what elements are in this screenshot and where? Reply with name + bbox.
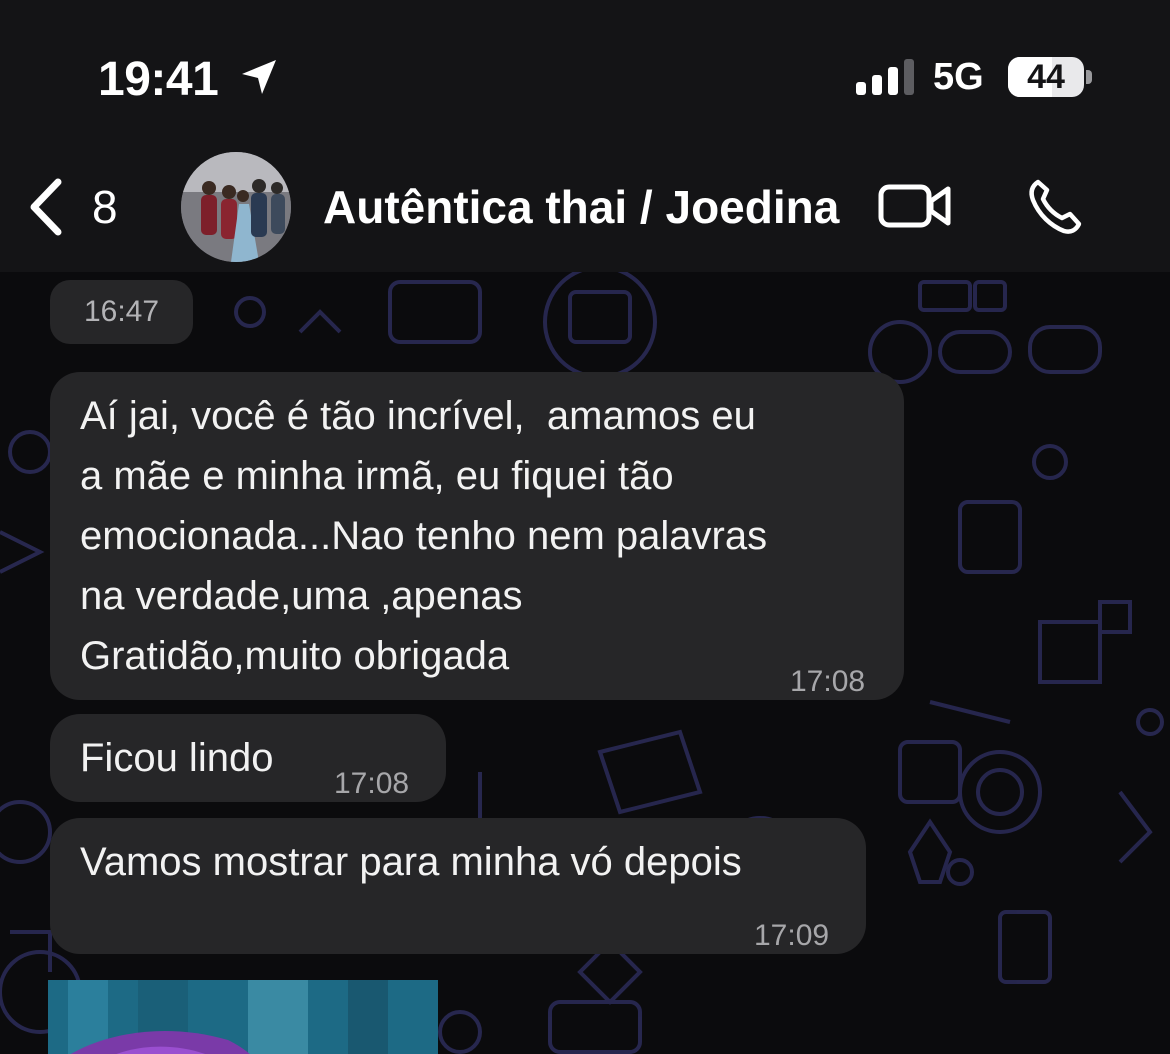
image-message-thumbnail[interactable] [48, 980, 438, 1054]
photo-content [48, 980, 438, 1054]
message-text: Vamos mostrar para minha vó depois [80, 840, 742, 884]
location-arrow-icon [242, 60, 276, 94]
chat-title[interactable]: Autêntica thai / Joedina [323, 180, 839, 234]
top-bar: 19:41 5G 44 8 Autêntica thai / Joedina [0, 0, 1170, 272]
message-line: Aí jai, você é tão incrível, amamos eu [80, 394, 756, 438]
battery-indicator: 44 [1008, 57, 1084, 97]
message-text: Ficou lindo [80, 736, 274, 780]
signal-bars-icon [856, 59, 914, 95]
message-time: 17:08 [334, 767, 410, 800]
message-bubble[interactable]: Vamos mostrar para minha vó depois 17:09 [50, 818, 866, 954]
group-photo [181, 152, 291, 262]
message-time: 17:08 [790, 665, 866, 698]
network-type: 5G [933, 56, 984, 98]
phone-icon[interactable] [1024, 176, 1084, 236]
battery-nub [1086, 70, 1092, 84]
battery-level: 44 [1027, 58, 1065, 96]
message-bubble[interactable]: Ficou lindo 17:08 [50, 714, 446, 802]
message-line: Gratidão,muito obrigada [80, 634, 510, 678]
status-time: 19:41 [98, 53, 219, 106]
avatar[interactable] [181, 152, 291, 262]
video-camera-icon[interactable] [878, 182, 952, 230]
message-line: na verdade,uma ,apenas [80, 574, 523, 618]
chevron-left-icon[interactable] [26, 178, 66, 236]
chat-area[interactable]: 16:47 Aí jai, você é tão incrível, amamo… [0, 272, 1170, 1054]
message-text: Aí jai, você é tão incrível, amamos eu a… [80, 386, 767, 686]
message-time: 17:09 [754, 919, 830, 952]
message-bubble[interactable]: Aí jai, você é tão incrível, amamos eu a… [50, 372, 904, 700]
message-line: emocionada...Nao tenho nem palavras [80, 514, 768, 558]
back-unread-count[interactable]: 8 [92, 180, 118, 234]
message-line: a mãe e minha irmã, eu fiquei tão [80, 454, 674, 498]
message-timestamp-partial: 16:47 [50, 280, 193, 344]
